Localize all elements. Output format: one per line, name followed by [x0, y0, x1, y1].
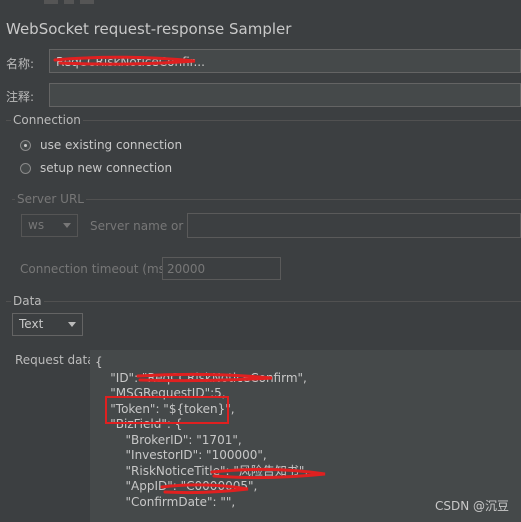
- toolbar-icon[interactable]: [44, 0, 58, 4]
- data-legend: Data: [11, 294, 44, 308]
- watermark: CSDN @沉豆: [434, 499, 509, 513]
- data-type-select[interactable]: Text: [12, 313, 83, 336]
- radio-use-existing-connection[interactable]: use existing connection: [20, 138, 220, 154]
- chevron-down-icon: [68, 322, 76, 327]
- data-separator: [6, 301, 521, 302]
- code-line: "BrokerID": "1701",: [95, 432, 242, 447]
- name-field[interactable]: ReqCCRiskNoticeConfir...: [49, 49, 521, 73]
- code-line: "InvestorID": "100000",: [95, 448, 267, 462]
- chevron-down-icon: [63, 223, 71, 228]
- radio-selected-indicator: [20, 140, 31, 151]
- code-line: {: [95, 355, 103, 369]
- server-name-input[interactable]: [187, 213, 521, 238]
- radio-setup-new-connection[interactable]: setup new connection: [20, 161, 220, 177]
- toolbar-strip: [0, 0, 521, 6]
- request-data-label: Request data:: [15, 353, 99, 367]
- protocol-select[interactable]: ws: [21, 214, 78, 237]
- connection-timeout-value: 20000: [167, 262, 206, 276]
- name-field-value: ReqCCRiskNoticeConfir...: [56, 55, 205, 69]
- code-line: "RiskNoticeTitle": "风险告知书",: [95, 463, 309, 478]
- radio-label: setup new connection: [40, 161, 173, 175]
- connection-timeout-input[interactable]: 20000: [162, 257, 281, 280]
- toolbar-icon[interactable]: [64, 0, 74, 4]
- panel-title: WebSocket request-response Sampler: [6, 20, 292, 38]
- radio-label: use existing connection: [40, 138, 183, 152]
- connection-separator: [6, 120, 521, 121]
- name-label: 名称:: [6, 57, 35, 71]
- server-name-label: Server name or IP:: [90, 219, 202, 233]
- server-url-separator: [12, 199, 521, 200]
- code-line: "AppID": "C0000005",: [95, 479, 258, 493]
- connection-timeout-label: Connection timeout (ms):: [20, 262, 174, 276]
- connection-legend: Connection: [11, 113, 83, 127]
- token-highlight-box: [105, 396, 229, 424]
- comment-label: 注释:: [6, 90, 35, 104]
- server-url-legend: Server URL: [15, 192, 86, 206]
- toolbar-icon[interactable]: [80, 0, 94, 4]
- data-type-value: Text: [19, 317, 44, 331]
- radio-unselected-indicator: [20, 163, 31, 174]
- protocol-select-value: ws: [28, 218, 45, 232]
- comment-field[interactable]: [49, 83, 521, 107]
- code-line: "ID": "ReqCCRiskNoticeConfirm",: [95, 370, 307, 385]
